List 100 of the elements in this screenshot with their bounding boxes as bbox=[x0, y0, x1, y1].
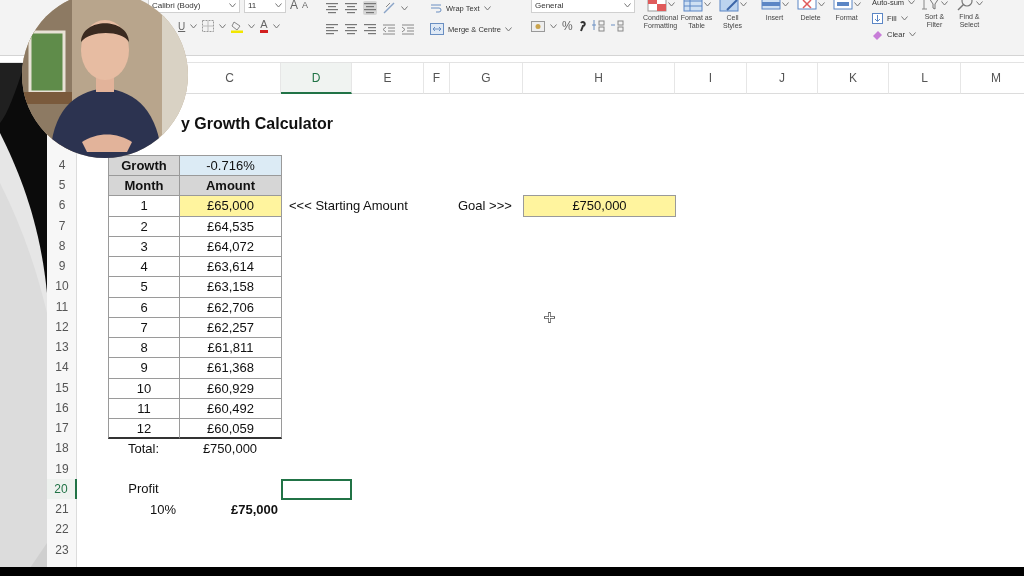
input-cell: £65,000 bbox=[179, 195, 282, 217]
column-header[interactable]: G bbox=[481, 71, 491, 85]
row-header[interactable]: 9 bbox=[47, 256, 77, 277]
row-header[interactable]: 13 bbox=[47, 337, 77, 358]
format-as-table-icon[interactable] bbox=[682, 0, 703, 12]
decrease-decimal-icon[interactable] bbox=[609, 19, 624, 33]
row-header[interactable]: 7 bbox=[47, 215, 77, 236]
column-header[interactable]: H bbox=[594, 71, 603, 85]
column-header[interactable]: D bbox=[311, 70, 321, 85]
decrease-indent-icon[interactable] bbox=[382, 22, 396, 36]
column-header[interactable]: J bbox=[779, 71, 785, 85]
row-header[interactable]: 10 bbox=[47, 276, 77, 297]
insert-icon[interactable] bbox=[760, 0, 781, 12]
cell-styles-icon[interactable] bbox=[718, 0, 739, 12]
selected-cell[interactable] bbox=[281, 478, 352, 500]
font-size-select[interactable]: 11 bbox=[244, 0, 286, 13]
input-cell: -0.716% bbox=[179, 154, 282, 176]
fill-color-icon[interactable] bbox=[231, 19, 244, 33]
caret-icon[interactable] bbox=[703, 1, 711, 7]
cell-text: £750,000 bbox=[202, 440, 258, 456]
row-header[interactable]: 5 bbox=[47, 175, 77, 196]
cursor-icon bbox=[544, 312, 555, 323]
row-header[interactable]: 19 bbox=[47, 458, 77, 479]
align-top-icon[interactable] bbox=[325, 1, 339, 15]
row-header[interactable]: 18 bbox=[47, 438, 77, 459]
row-header[interactable]: 16 bbox=[47, 397, 77, 418]
increase-indent-icon[interactable] bbox=[401, 22, 415, 36]
caret-icon[interactable] bbox=[190, 23, 198, 29]
caret-icon[interactable] bbox=[781, 1, 789, 7]
caret-icon[interactable] bbox=[976, 0, 984, 6]
borders-icon[interactable] bbox=[202, 20, 215, 32]
align-center-icon[interactable] bbox=[344, 22, 358, 36]
align-middle-icon[interactable] bbox=[344, 1, 358, 15]
caret-icon[interactable] bbox=[908, 32, 916, 37]
comma-style-icon[interactable] bbox=[577, 20, 586, 32]
increase-font-button[interactable]: A bbox=[290, 0, 298, 12]
cell-text: Total: bbox=[127, 440, 160, 456]
sort-filter-icon[interactable] bbox=[920, 0, 941, 11]
row-header[interactable]: 4 bbox=[47, 154, 77, 175]
caret-icon[interactable] bbox=[483, 5, 491, 11]
delete-icon[interactable] bbox=[796, 0, 817, 12]
percent-button[interactable]: % bbox=[562, 19, 573, 33]
row-header[interactable]: 11 bbox=[47, 296, 77, 317]
row-header[interactable]: 8 bbox=[47, 235, 77, 256]
cell-text: 10% bbox=[149, 501, 176, 517]
column-header[interactable]: K bbox=[849, 71, 857, 85]
caret-icon[interactable] bbox=[667, 1, 675, 7]
cell-text: Goal >>> bbox=[458, 197, 512, 213]
caret-icon[interactable] bbox=[219, 23, 227, 29]
caret-icon[interactable] bbox=[908, 0, 916, 5]
caret-icon[interactable] bbox=[853, 1, 861, 7]
row-header[interactable]: 21 bbox=[47, 499, 77, 520]
caret-icon[interactable] bbox=[248, 23, 256, 29]
row-header[interactable]: 12 bbox=[47, 316, 77, 337]
input-cell: £750,000 bbox=[523, 195, 676, 217]
row-header[interactable]: 6 bbox=[47, 195, 77, 216]
column-header[interactable]: E bbox=[383, 71, 392, 85]
find-select-icon[interactable] bbox=[955, 0, 976, 11]
decrease-font-button[interactable]: A bbox=[302, 0, 309, 12]
caret-icon[interactable] bbox=[941, 0, 949, 6]
caret-icon[interactable] bbox=[550, 23, 557, 29]
column-header[interactable]: I bbox=[708, 71, 713, 85]
caret-icon[interactable] bbox=[817, 1, 825, 7]
column-header[interactable]: F bbox=[432, 71, 441, 85]
caret-icon[interactable] bbox=[272, 23, 280, 29]
fill-down-icon[interactable] bbox=[872, 13, 883, 24]
row-header[interactable]: 17 bbox=[47, 418, 77, 439]
caret-icon[interactable] bbox=[275, 2, 282, 8]
row-header[interactable]: 20 bbox=[47, 478, 77, 499]
cell-text: <<< Starting Amount bbox=[289, 197, 408, 213]
merge-icon[interactable] bbox=[430, 23, 444, 35]
orientation-icon[interactable] bbox=[382, 1, 396, 15]
eraser-icon[interactable] bbox=[872, 29, 883, 40]
sheet-title: y Growth Calculator bbox=[181, 115, 334, 134]
column-header[interactable]: L bbox=[921, 71, 928, 85]
align-left-icon[interactable] bbox=[325, 22, 339, 36]
caret-icon[interactable] bbox=[504, 26, 512, 32]
table-cell: 12 bbox=[108, 418, 180, 440]
row-header[interactable]: 15 bbox=[47, 377, 77, 398]
table-header-cell: Amount bbox=[179, 175, 282, 197]
row-header[interactable]: 14 bbox=[47, 357, 77, 378]
row-header[interactable]: 23 bbox=[47, 539, 77, 560]
column-header[interactable]: M bbox=[991, 71, 1001, 85]
column-header[interactable]: C bbox=[225, 71, 234, 85]
align-right-icon[interactable] bbox=[363, 22, 377, 36]
caret-icon[interactable] bbox=[229, 2, 236, 8]
cell-text: £75,000 bbox=[231, 501, 278, 517]
wrap-icon[interactable] bbox=[430, 2, 442, 14]
caret-icon[interactable] bbox=[624, 2, 631, 8]
format-icon[interactable] bbox=[832, 0, 853, 12]
font-color-button[interactable]: A bbox=[260, 19, 268, 33]
caret-icon[interactable] bbox=[401, 5, 408, 11]
caret-icon[interactable] bbox=[900, 16, 908, 21]
table-cell: £60,059 bbox=[179, 418, 282, 440]
caret-icon[interactable] bbox=[739, 1, 747, 7]
currency-icon[interactable] bbox=[531, 20, 545, 32]
conditional-formatting-icon[interactable] bbox=[646, 0, 667, 12]
number-format-select[interactable]: General bbox=[531, 0, 635, 13]
row-header[interactable]: 22 bbox=[47, 519, 77, 540]
align-bottom-icon[interactable] bbox=[363, 1, 377, 15]
